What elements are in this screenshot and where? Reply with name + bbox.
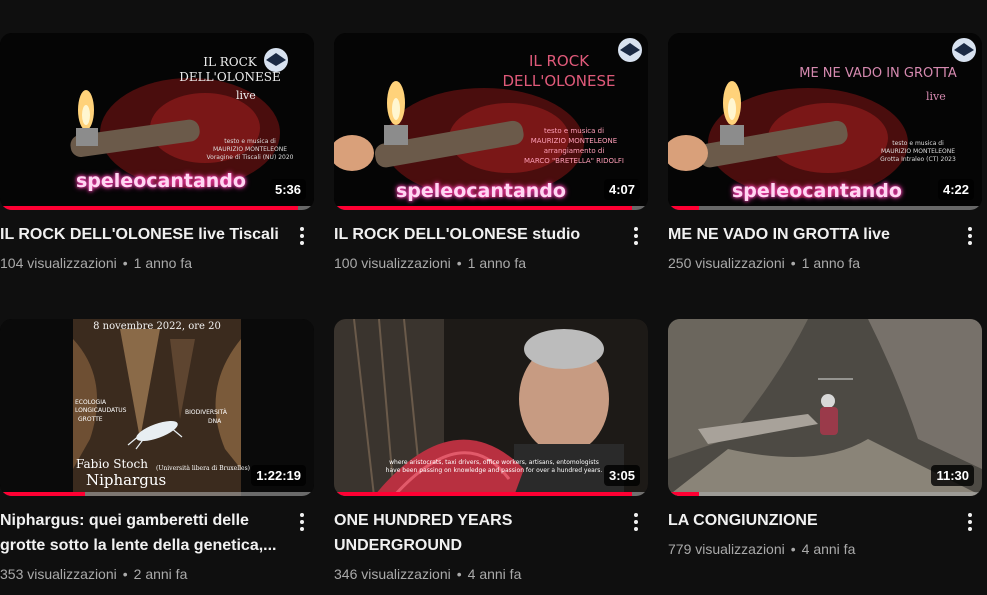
video-meta: 353 visualizzazioni • 2 anni fa	[0, 566, 188, 582]
video-meta: 779 visualizzazioni • 4 anni fa	[668, 541, 856, 557]
video-thumbnail[interactable]: 8 novembre 2022, ore 20 ECOLOGIA LONGICA…	[0, 319, 314, 496]
video-title[interactable]: Niphargus: quei gamberetti delle grotte …	[0, 508, 284, 558]
thumbnail-word: DNA	[208, 418, 222, 425]
video-meta: 104 visualizzazioni • 1 anno fa	[0, 255, 193, 271]
duration-badge: 11:30	[931, 465, 974, 486]
duration-badge: 4:07	[603, 179, 640, 200]
upload-age: 4 anni fa	[467, 566, 522, 582]
thumbnail-speaker: Fabio Stoch	[76, 457, 148, 471]
more-options-icon[interactable]	[958, 510, 982, 534]
thumbnail-credits: testo e musica di MAURIZIO MONTELEONE ar…	[524, 127, 624, 165]
video-title[interactable]: LA CONGIUNZIONE	[668, 508, 952, 533]
upload-age: 1 anno fa	[467, 255, 527, 271]
thumbnail-affiliation: (Università libera di Bruxelles)	[156, 465, 251, 472]
video-meta: 250 visualizzazioni • 1 anno fa	[668, 255, 861, 271]
video-title[interactable]: ME NE VADO IN GROTTA live	[668, 222, 952, 247]
more-options-icon[interactable]	[290, 224, 314, 248]
video-thumbnail[interactable]: IL ROCK DELL'OLONESE live testo e musica…	[0, 33, 314, 210]
upload-age: 4 anni fa	[801, 541, 856, 557]
video-card[interactable]: IL ROCK DELL'OLONESE live testo e musica…	[0, 33, 314, 273]
video-meta: 100 visualizzazioni • 1 anno fa	[334, 255, 527, 271]
video-thumbnail[interactable]: where aristocrats, taxi drivers, office …	[334, 319, 648, 496]
thumbnail-brand: speleocantando	[76, 170, 246, 192]
video-card[interactable]: ME NE VADO IN GROTTA live testo e musica…	[668, 33, 982, 273]
view-count: 346 visualizzazioni	[334, 566, 451, 582]
video-card[interactable]: where aristocrats, taxi drivers, office …	[334, 319, 648, 584]
thumbnail-sub: live	[236, 89, 256, 102]
more-options-icon[interactable]	[624, 224, 648, 248]
video-title[interactable]: ONE HUNDRED YEARS UNDERGROUND	[334, 508, 618, 558]
view-count: 250 visualizzazioni	[668, 255, 785, 271]
duration-badge: 3:05	[603, 465, 640, 486]
thumbnail-subtitle: where aristocrats, taxi drivers, office …	[385, 459, 603, 474]
thumbnail-word: LONGICAUDATUS	[75, 407, 127, 414]
video-title[interactable]: IL ROCK DELL'OLONESE studio	[334, 222, 618, 247]
video-card[interactable]: 8 novembre 2022, ore 20 ECOLOGIA LONGICA…	[0, 319, 314, 584]
video-meta: 346 visualizzazioni • 4 anni fa	[334, 566, 522, 582]
thumbnail-date: 8 novembre 2022, ore 20	[93, 321, 221, 332]
thumbnail-credits: testo e musica di MAURIZIO MONTELEONE Vo…	[206, 138, 294, 161]
thumbnail-credits: testo e musica di MAURIZIO MONTELEONE Gr…	[880, 140, 956, 163]
thumbnail-heading: IL ROCK DELL'OLONESE	[502, 52, 616, 90]
upload-age: 1 anno fa	[133, 255, 193, 271]
thumbnail-sub: live	[926, 90, 946, 103]
duration-badge: 1:22:19	[251, 465, 306, 486]
more-options-icon[interactable]	[290, 510, 314, 534]
video-card[interactable]: 11:30 LA CONGIUNZIONE 779 visualizzazion…	[668, 319, 982, 559]
view-count: 104 visualizzazioni	[0, 255, 117, 271]
thumbnail-brand: speleocantando	[732, 180, 902, 202]
upload-age: 1 anno fa	[801, 255, 861, 271]
thumbnail-name: Niphargus	[86, 471, 167, 489]
duration-badge: 5:36	[269, 179, 306, 200]
more-options-icon[interactable]	[624, 510, 648, 534]
video-thumbnail[interactable]: ME NE VADO IN GROTTA live testo e musica…	[668, 33, 982, 210]
video-thumbnail[interactable]: IL ROCK DELL'OLONESE testo e musica di M…	[334, 33, 648, 210]
view-count: 779 visualizzazioni	[668, 541, 785, 557]
upload-age: 2 anni fa	[133, 566, 188, 582]
view-count: 100 visualizzazioni	[334, 255, 451, 271]
video-card[interactable]: IL ROCK DELL'OLONESE testo e musica di M…	[334, 33, 648, 273]
thumbnail-brand: speleocantando	[396, 180, 566, 202]
view-count: 353 visualizzazioni	[0, 566, 117, 582]
duration-badge: 4:22	[937, 179, 974, 200]
thumbnail-word: ECOLOGIA	[75, 399, 107, 406]
thumbnail-heading: ME NE VADO IN GROTTA	[799, 66, 957, 81]
thumbnail-word: GROTTE	[78, 416, 103, 423]
thumbnail-heading: IL ROCK DELL'OLONESE	[179, 55, 281, 84]
thumbnail-word: BIODIVERSITÀ	[185, 409, 227, 416]
video-title[interactable]: IL ROCK DELL'OLONESE live Tiscali	[0, 222, 284, 247]
more-options-icon[interactable]	[958, 224, 982, 248]
video-thumbnail[interactable]: 11:30	[668, 319, 982, 496]
